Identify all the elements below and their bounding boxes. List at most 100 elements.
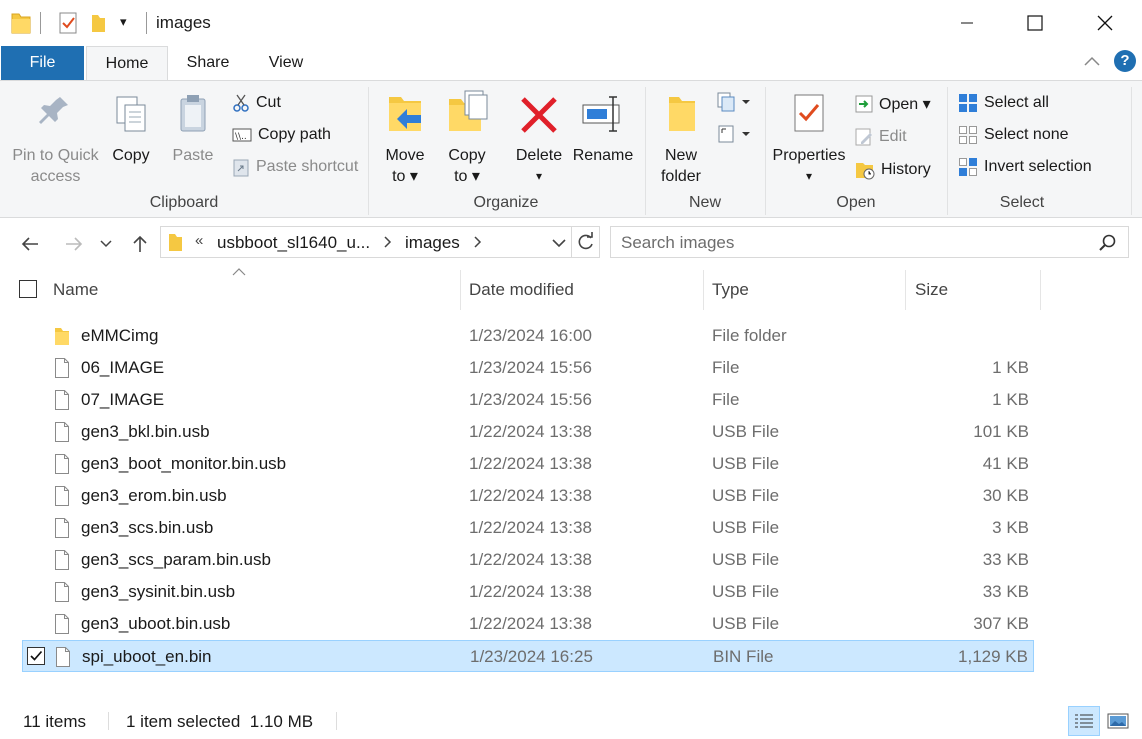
file-icon xyxy=(54,357,70,384)
breadcrumb-segment[interactable]: usbboot_sl1640_u... xyxy=(217,233,370,253)
copy-to-icon xyxy=(449,90,488,131)
file-icon xyxy=(54,389,70,416)
address-bar[interactable]: « usbboot_sl1640_u... images xyxy=(160,226,600,258)
edit-button[interactable]: Edit xyxy=(855,124,907,150)
table-row[interactable]: 07_IMAGE 1/23/2024 15:56 File 1 KB xyxy=(22,384,1034,416)
file-size: 1,129 KB xyxy=(958,647,1028,666)
paste-button[interactable]: Paste xyxy=(168,87,218,166)
copy-to-label-1: Copy xyxy=(448,147,486,164)
breadcrumb-overflow[interactable]: « xyxy=(195,232,203,249)
window-title: images xyxy=(156,13,211,32)
paste-shortcut-button[interactable]: Paste shortcut xyxy=(232,154,358,180)
back-button[interactable] xyxy=(16,230,44,258)
sort-ascending-icon xyxy=(232,264,246,282)
up-button[interactable] xyxy=(126,230,154,258)
properties-button[interactable]: Properties ▾ xyxy=(772,87,846,187)
group-label-organize: Organize xyxy=(473,194,539,211)
rename-icon xyxy=(582,96,620,132)
collapse-ribbon-icon[interactable] xyxy=(1083,54,1101,73)
rename-button[interactable]: Rename xyxy=(572,87,634,166)
folder-icon[interactable] xyxy=(10,11,32,40)
select-all-button[interactable]: Select all xyxy=(958,90,1049,116)
recent-locations-button[interactable] xyxy=(96,230,116,258)
column-header-type[interactable]: Type xyxy=(712,280,749,302)
delete-dropdown-arrow[interactable]: ▾ xyxy=(512,166,566,187)
select-none-button[interactable]: Select none xyxy=(958,122,1069,148)
search-icon[interactable] xyxy=(1099,234,1117,257)
tab-share[interactable]: Share xyxy=(178,46,238,80)
table-row[interactable]: gen3_sysinit.bin.usb 1/22/2024 13:38 USB F… xyxy=(22,576,1034,608)
properties-dropdown-arrow[interactable]: ▾ xyxy=(772,166,846,187)
delete-label: Delete xyxy=(515,147,563,164)
forward-button[interactable] xyxy=(60,230,88,258)
move-to-label-1: Move xyxy=(385,147,425,164)
column-divider[interactable] xyxy=(460,270,461,310)
edit-label: Edit xyxy=(879,128,907,145)
paste-label: Paste xyxy=(172,147,214,164)
back-arrow-icon xyxy=(21,237,38,251)
file-date-modified: 1/22/2024 13:38 xyxy=(469,422,592,441)
quick-access-dropdown[interactable]: ▾ xyxy=(120,14,127,30)
select-all-checkbox[interactable] xyxy=(19,280,37,298)
tab-home[interactable]: Home xyxy=(86,46,168,81)
column-divider[interactable] xyxy=(703,270,704,310)
pin-to-quick-access-button[interactable]: Pin to Quick access xyxy=(8,87,103,187)
maximize-button[interactable] xyxy=(1001,0,1069,46)
table-row[interactable]: gen3_erom.bin.usb 1/22/2024 13:38 USB File… xyxy=(22,480,1034,512)
table-row[interactable]: spi_uboot_en.bin 1/23/2024 16:25 BIN File 1… xyxy=(22,640,1034,672)
search-box[interactable]: Search images xyxy=(610,226,1129,258)
details-view-button[interactable] xyxy=(1068,706,1100,736)
divider xyxy=(40,12,41,34)
table-row[interactable]: gen3_uboot.bin.usb 1/22/2024 13:38 USB Fil… xyxy=(22,608,1034,640)
paste-icon xyxy=(180,95,206,132)
new-folder-button[interactable]: New folder xyxy=(655,87,707,187)
column-header-date[interactable]: Date modified xyxy=(469,280,574,302)
column-divider[interactable] xyxy=(905,270,906,310)
minimize-button[interactable] xyxy=(933,0,1001,46)
large-icons-view-icon xyxy=(1107,713,1129,729)
column-header-size[interactable]: Size xyxy=(915,280,948,302)
help-icon[interactable]: ? xyxy=(1114,50,1136,72)
table-row[interactable]: gen3_scs.bin.usb 1/22/2024 13:38 USB File 3… xyxy=(22,512,1034,544)
refresh-button[interactable] xyxy=(576,232,596,257)
copy-path-button[interactable]: \\.. Copy path xyxy=(232,122,331,148)
chevron-right-icon[interactable] xyxy=(383,234,393,255)
invert-selection-button[interactable]: Invert selection xyxy=(958,154,1092,180)
divider xyxy=(336,712,337,730)
column-header-name[interactable]: Name xyxy=(53,280,98,302)
table-row[interactable]: 06_IMAGE 1/23/2024 15:56 File 1 KB xyxy=(22,352,1034,384)
forward-arrow-icon xyxy=(66,237,83,251)
new-item-button[interactable] xyxy=(716,91,752,118)
history-button[interactable]: History xyxy=(855,157,931,183)
easy-access-button[interactable] xyxy=(716,123,752,150)
move-to-button[interactable]: Move to ▾ xyxy=(378,87,432,187)
select-none-icon xyxy=(959,126,977,144)
row-checkbox[interactable] xyxy=(27,647,45,665)
search-input[interactable]: Search images xyxy=(621,233,734,253)
breadcrumb-current[interactable]: images xyxy=(405,233,460,253)
ribbon: Pin to Quick access Copy Paste Cut \\.. … xyxy=(0,80,1142,218)
close-button[interactable] xyxy=(1071,0,1139,46)
copy-button[interactable]: Copy xyxy=(106,87,156,166)
up-arrow-icon xyxy=(133,235,147,252)
delete-button[interactable]: Delete ▾ xyxy=(512,87,566,187)
table-row[interactable]: gen3_bkl.bin.usb 1/22/2024 13:38 USB File 1… xyxy=(22,416,1034,448)
address-history-dropdown[interactable] xyxy=(551,236,567,254)
table-row[interactable]: gen3_boot_monitor.bin.usb 1/22/2024 13:38… xyxy=(22,448,1034,480)
table-row[interactable]: gen3_scs_param.bin.usb 1/22/2024 13:38 USB… xyxy=(22,544,1034,576)
tab-view[interactable]: View xyxy=(258,46,314,80)
divider xyxy=(146,12,147,34)
chevron-right-icon[interactable] xyxy=(473,234,483,255)
large-icons-view-button[interactable] xyxy=(1104,706,1132,736)
cut-button[interactable]: Cut xyxy=(232,90,281,116)
table-row[interactable]: eMMCimg 1/23/2024 16:00 File folder xyxy=(22,320,1034,352)
file-type: BIN File xyxy=(713,647,774,666)
column-divider[interactable] xyxy=(1040,270,1041,310)
file-icon xyxy=(54,517,70,544)
ribbon-tabs: File Home Share View ? xyxy=(0,46,1142,81)
copy-to-button[interactable]: Copy to ▾ xyxy=(440,87,494,187)
properties-qa-icon[interactable] xyxy=(58,11,78,40)
new-folder-qa-icon[interactable] xyxy=(90,11,106,40)
open-button[interactable]: Open ▾ xyxy=(855,91,931,117)
tab-file[interactable]: File xyxy=(1,46,84,80)
